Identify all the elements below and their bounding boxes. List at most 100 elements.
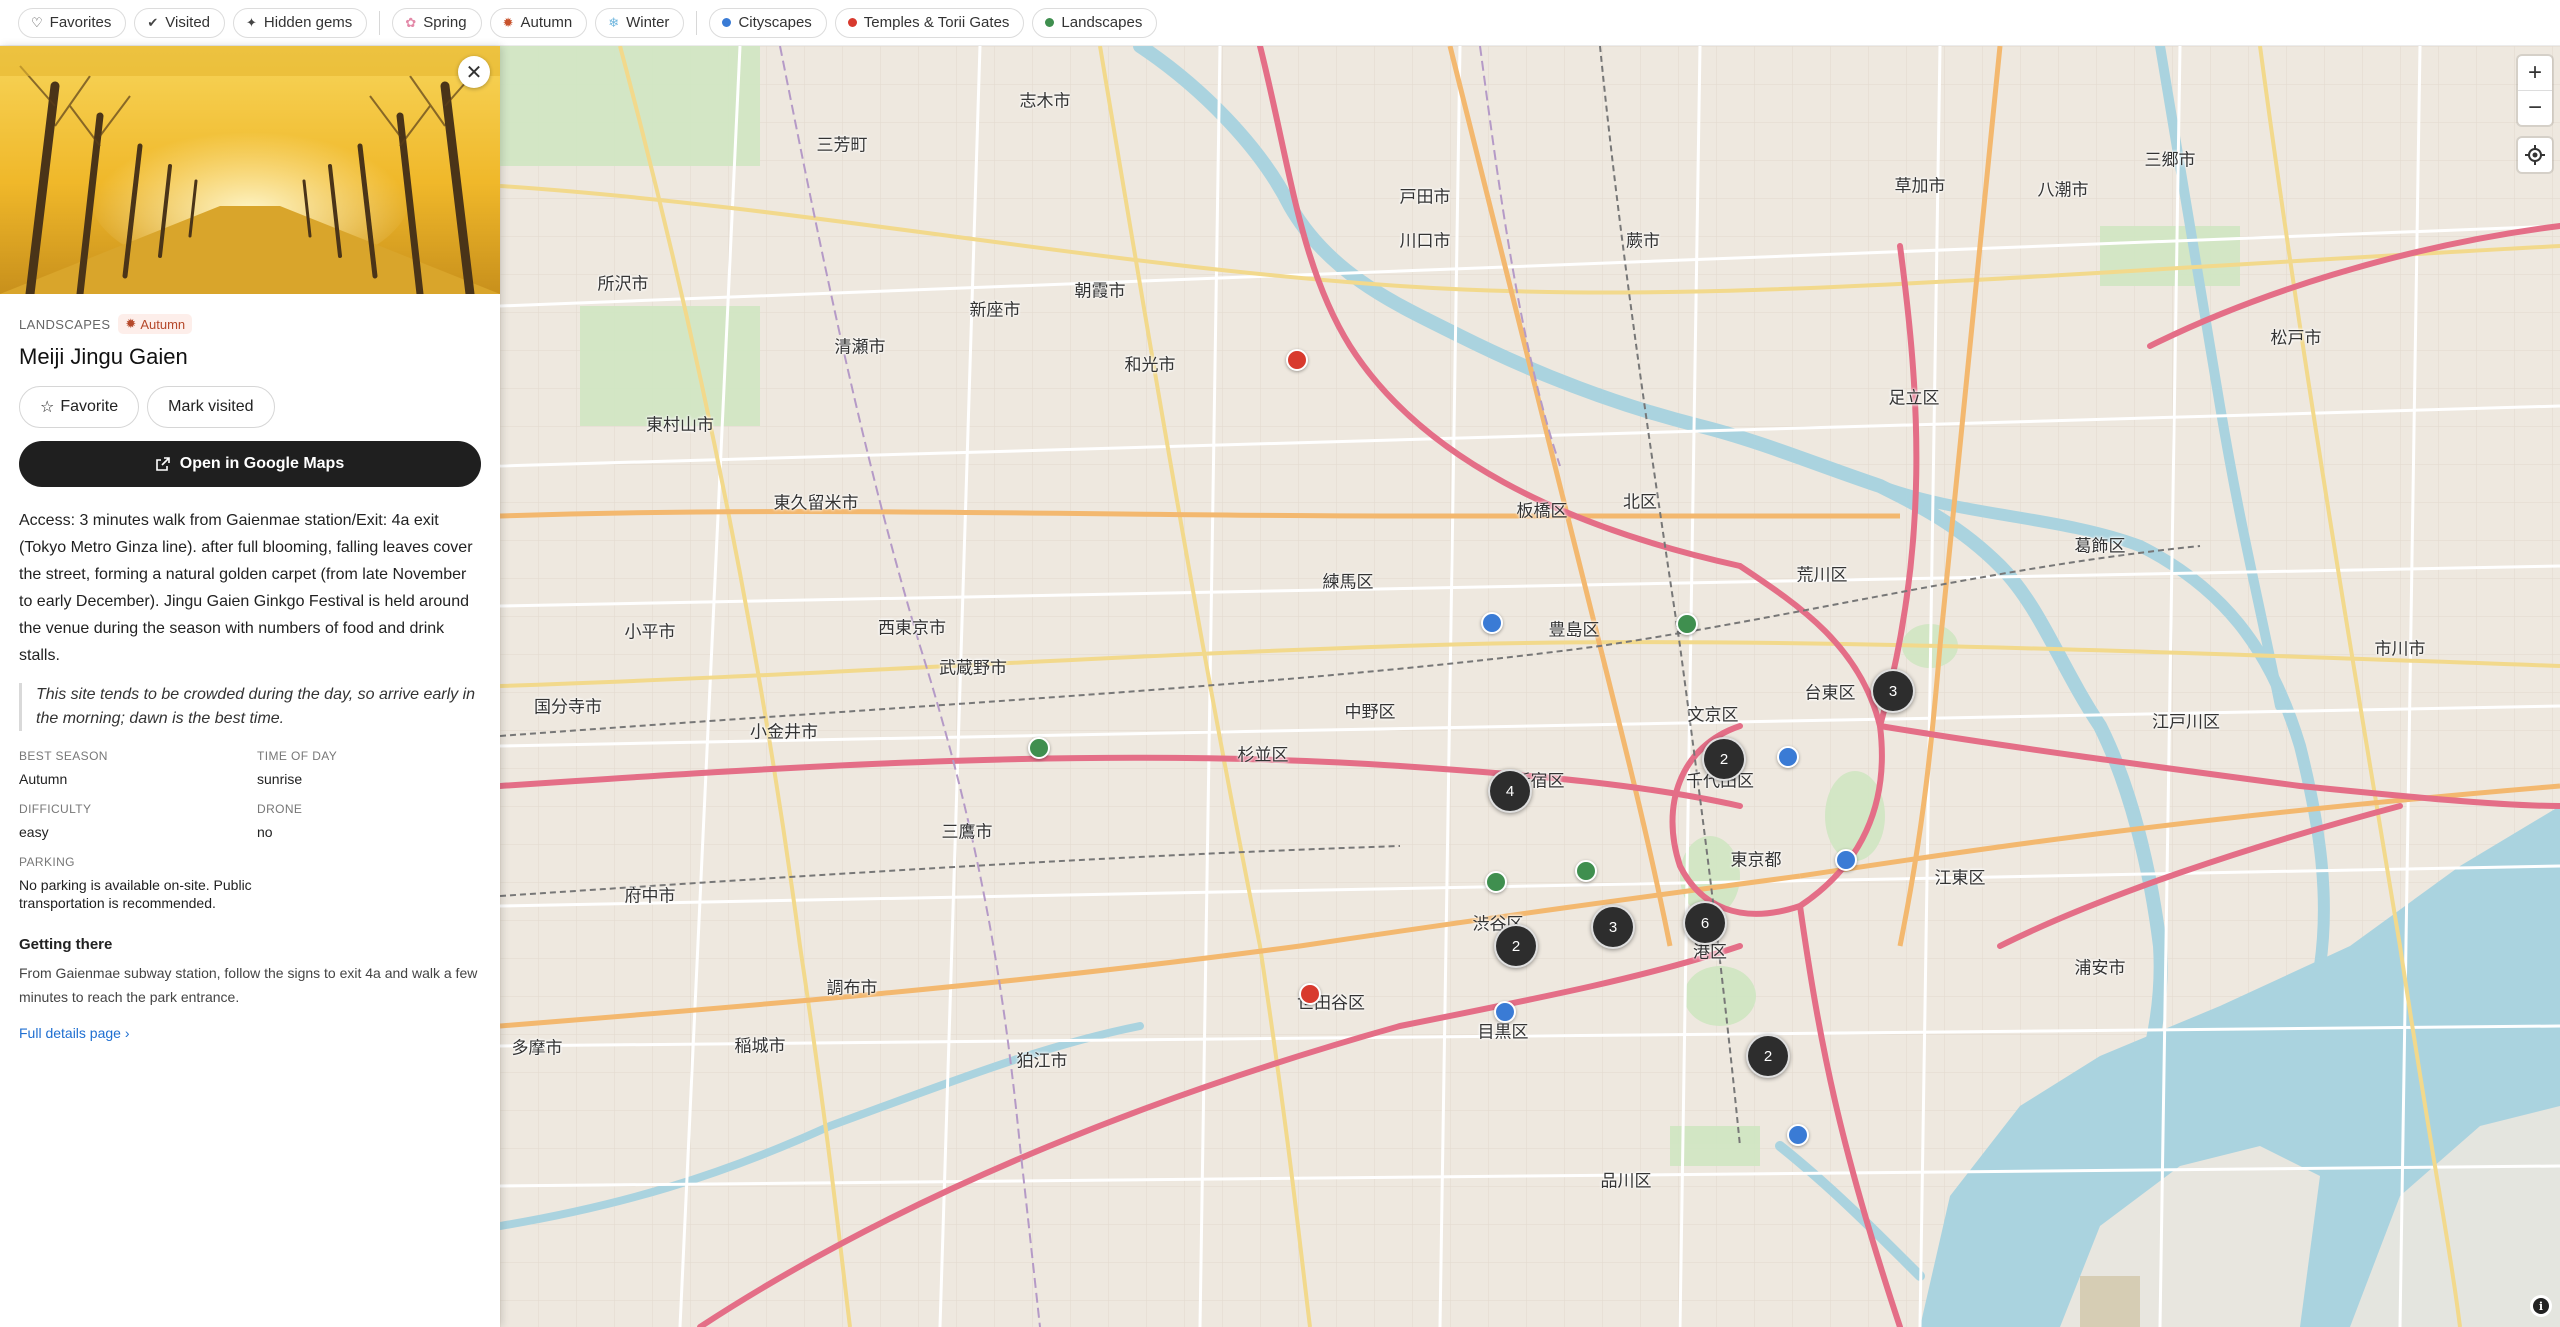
map-place-label: 荒川区 [1796, 565, 1848, 586]
filter-favorites[interactable]: ♡ Favorites [18, 7, 127, 38]
map-place-label: 草加市 [1894, 176, 1946, 197]
filter-label: Favorites [49, 14, 112, 31]
map-place-label: 品川区 [1600, 1171, 1652, 1192]
snowflake-icon: ❄ [608, 15, 620, 30]
category-label: LANDSCAPES [19, 316, 111, 332]
marker-cluster[interactable]: 6 [1683, 901, 1727, 945]
crosshair-icon [2525, 145, 2545, 165]
temple-marker[interactable] [1299, 983, 1321, 1005]
map-canvas[interactable]: 志木市 三芳町 所沢市 新座市 朝霞市 清瀬市 和光市 東村山市 東久留米市 板橋区 北区 足立区 練馬… [500, 46, 2560, 1327]
zoom-in-button[interactable]: + [2518, 56, 2552, 90]
map-place-label: 武蔵野市 [939, 658, 1007, 679]
temple-marker[interactable] [1286, 349, 1308, 371]
map-place-label: 東久留米市 [773, 493, 859, 514]
fact-time-of-day: TIME OF DAY sunrise [257, 749, 495, 788]
favorite-button[interactable]: ☆ Favorite [19, 386, 140, 428]
cityscape-dot-icon [722, 18, 732, 27]
filter-label: Spring [423, 14, 467, 31]
filter-autumn[interactable]: ✹ Autumn [489, 7, 588, 38]
map-place-label: 足立区 [1888, 388, 1940, 409]
filter-landscapes[interactable]: Landscapes [1032, 7, 1158, 38]
spot-photo: ✕ [0, 46, 500, 294]
fact-value: easy [19, 824, 49, 840]
map-place-label: 江戸川区 [2152, 712, 2220, 733]
cityscape-marker[interactable] [1787, 1124, 1809, 1146]
fact-best-season: BEST SEASON Autumn [19, 749, 257, 788]
cityscape-marker[interactable] [1777, 746, 1799, 768]
ginkgo-avenue-image [0, 46, 500, 294]
cityscape-marker[interactable] [1494, 1001, 1516, 1023]
map-place-label: 東村山市 [646, 415, 714, 436]
map-place-label: 所沢市 [597, 274, 649, 295]
fact-label: TIME OF DAY [257, 749, 338, 763]
external-link-icon [155, 457, 170, 471]
marker-cluster[interactable]: 3 [1871, 669, 1915, 713]
filter-label: Visited [165, 14, 211, 31]
map-place-label: 市川市 [2374, 639, 2426, 660]
filter-cityscapes[interactable]: Cityscapes [709, 7, 827, 38]
marker-cluster[interactable]: 2 [1494, 924, 1538, 968]
filter-hidden-gems[interactable]: ✦ Hidden gems [233, 7, 368, 38]
getting-there-title: Getting there [19, 936, 113, 953]
map-place-label: 国分寺市 [534, 697, 602, 718]
temple-dot-icon [847, 18, 857, 27]
map-place-label: 朝霞市 [1074, 281, 1126, 302]
season-text: Autumn [140, 316, 186, 332]
close-panel-button[interactable]: ✕ [458, 56, 490, 88]
map-place-label: 和光市 [1124, 355, 1176, 376]
divider [696, 10, 698, 35]
full-details-link[interactable]: Full details page › [19, 1025, 481, 1041]
map-place-label: 多摩市 [511, 1038, 563, 1059]
fact-value: sunrise [257, 771, 303, 787]
filter-spring[interactable]: ✿ Spring [392, 7, 482, 38]
filter-label: Hidden gems [263, 14, 353, 31]
marker-cluster[interactable]: 3 [1591, 905, 1635, 949]
blossom-icon: ✿ [405, 15, 417, 30]
map-place-label: 三郷市 [2144, 150, 2196, 171]
marker-cluster[interactable]: 2 [1702, 737, 1746, 781]
map-place-label: 練馬区 [1322, 572, 1374, 593]
favorite-label: Favorite [60, 398, 119, 415]
zoom-out-button[interactable]: − [2518, 90, 2552, 125]
sparkle-icon: ✦ [246, 15, 257, 30]
map-base-tiles [500, 46, 2560, 1327]
map-place-label: 調布市 [826, 978, 878, 999]
star-icon: ☆ [40, 399, 55, 416]
marker-cluster[interactable]: 4 [1488, 769, 1532, 813]
locate-button[interactable] [2518, 138, 2552, 172]
filter-label: Cityscapes [738, 14, 812, 31]
landscape-marker[interactable] [1485, 871, 1507, 893]
spot-content: LANDSCAPES ✹ Autumn Meiji Jingu Gaien ☆ Fa… [0, 314, 500, 1041]
landscape-marker[interactable] [1575, 860, 1597, 882]
open-google-maps-button[interactable]: Open in Google Maps [19, 441, 481, 487]
map-place-label: 葛飾区 [2074, 536, 2126, 557]
map-place-label: 中野区 [1344, 702, 1396, 723]
filter-label: Autumn [520, 14, 573, 31]
filter-visited[interactable]: ✔ Visited [134, 7, 226, 38]
map-place-label: 板橋区 [1516, 501, 1568, 522]
map-place-label: 杉並区 [1237, 745, 1289, 766]
map-place-label: 三鷹市 [941, 822, 993, 843]
getting-there-text: From Gaienmae subway station, follow the… [19, 965, 478, 1005]
fact-difficulty: DIFFICULTY easy [19, 802, 257, 841]
maple-leaf-icon: ✹ [502, 15, 514, 30]
cityscape-marker[interactable] [1481, 612, 1503, 634]
attribution-button[interactable]: i [2530, 1295, 2552, 1317]
fact-label: BEST SEASON [19, 749, 108, 763]
landscape-marker[interactable] [1676, 613, 1698, 635]
zoom-control: + − [2518, 56, 2552, 125]
fact-label: DIFFICULTY [19, 802, 92, 816]
map-place-label: 戸田市 [1399, 187, 1451, 208]
map-place-label: 三芳町 [816, 135, 868, 156]
divider [379, 10, 381, 35]
map-place-label: 稲城市 [734, 1036, 786, 1057]
map-place-label: 新座市 [969, 300, 1021, 321]
info-icon: i [2533, 1298, 2549, 1314]
marker-cluster[interactable]: 2 [1746, 1034, 1790, 1078]
filter-temples[interactable]: Temples & Torii Gates [834, 7, 1025, 38]
landscape-marker[interactable] [1028, 737, 1050, 759]
mark-visited-button[interactable]: Mark visited [147, 386, 275, 428]
fact-value: Autumn [19, 771, 68, 787]
filter-winter[interactable]: ❄ Winter [595, 7, 685, 38]
cityscape-marker[interactable] [1835, 849, 1857, 871]
